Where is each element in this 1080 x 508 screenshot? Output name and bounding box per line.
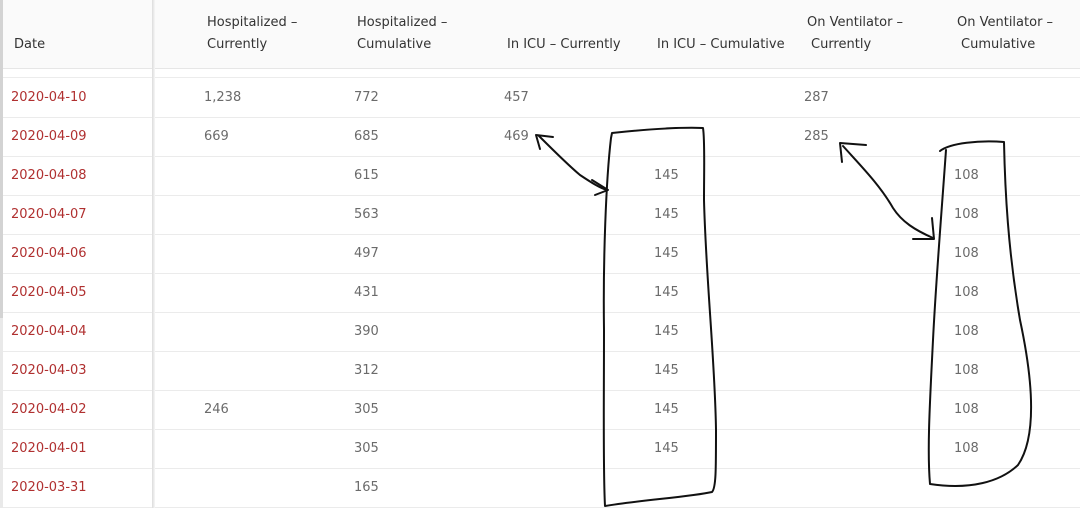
cell-hosp-cumulative: 772	[354, 90, 379, 105]
cell-hosp-cumulative: 431	[354, 285, 379, 300]
table-row: 2020-04-06 497 145 108	[3, 234, 1080, 274]
cell-icu-cumulative: 145	[654, 246, 679, 261]
table-row: 2020-04-04 390 145 108	[3, 312, 1080, 352]
cell-icu-cumulative: 145	[654, 441, 679, 456]
cell-hosp-cumulative: 685	[354, 129, 379, 144]
cell-vent-cumulative: 108	[954, 402, 979, 417]
cell-hosp-cumulative: 305	[354, 402, 379, 417]
cell-vent-cumulative: 108	[954, 168, 979, 183]
column-header-icu-current[interactable]: In ICU – Currently	[507, 34, 621, 56]
header-spacer	[3, 69, 1080, 78]
column-header-vent-current-line2[interactable]: Currently	[811, 34, 871, 56]
table-row: 2020-03-31 165	[3, 468, 1080, 508]
table-row: 2020-04-07 563 145 108	[3, 195, 1080, 235]
column-header-date[interactable]: Date	[14, 34, 45, 56]
cell-hosp-current: 669	[204, 129, 229, 144]
table-row: 2020-04-08 615 145 108	[3, 156, 1080, 196]
cell-icu-cumulative: 145	[654, 324, 679, 339]
cell-vent-cumulative: 108	[954, 246, 979, 261]
cell-icu-cumulative: 145	[654, 168, 679, 183]
column-header-vent-cumulative-line1[interactable]: On Ventilator –	[957, 12, 1053, 34]
table-row: 2020-04-10 1,238 772 457 287	[3, 78, 1080, 118]
date-link[interactable]: 2020-04-02	[11, 390, 87, 429]
column-header-hosp-current-line1[interactable]: Hospitalized –	[207, 12, 297, 34]
cell-vent-cumulative: 108	[954, 441, 979, 456]
column-header-hosp-cumulative-line1[interactable]: Hospitalized –	[357, 12, 447, 34]
cell-icu-cumulative: 145	[654, 402, 679, 417]
date-link[interactable]: 2020-03-31	[11, 468, 87, 507]
cell-icu-cumulative: 145	[654, 363, 679, 378]
cell-vent-cumulative: 108	[954, 363, 979, 378]
frozen-column-divider	[152, 0, 155, 508]
date-link[interactable]: 2020-04-05	[11, 273, 87, 312]
table-row: 2020-04-05 431 145 108	[3, 273, 1080, 313]
table-row: 2020-04-03 312 145 108	[3, 351, 1080, 391]
table-row: 2020-04-01 305 145 108	[3, 429, 1080, 469]
cell-vent-cumulative: 108	[954, 285, 979, 300]
cell-icu-current: 457	[504, 90, 529, 105]
date-link[interactable]: 2020-04-10	[11, 78, 87, 117]
column-header-vent-cumulative-line2[interactable]: Cumulative	[961, 34, 1035, 56]
cell-vent-cumulative: 108	[954, 324, 979, 339]
cell-hosp-cumulative: 390	[354, 324, 379, 339]
date-link[interactable]: 2020-04-01	[11, 429, 87, 468]
date-link[interactable]: 2020-04-04	[11, 312, 87, 351]
cell-hosp-cumulative: 615	[354, 168, 379, 183]
date-link[interactable]: 2020-04-03	[11, 351, 87, 390]
date-link[interactable]: 2020-04-07	[11, 195, 87, 234]
cell-hosp-cumulative: 312	[354, 363, 379, 378]
date-link[interactable]: 2020-04-06	[11, 234, 87, 273]
cell-icu-cumulative: 145	[654, 207, 679, 222]
date-link[interactable]: 2020-04-09	[11, 117, 87, 156]
date-link[interactable]: 2020-04-08	[11, 156, 87, 195]
column-header-hosp-cumulative-line2[interactable]: Cumulative	[357, 34, 431, 56]
cell-icu-current: 469	[504, 129, 529, 144]
table-header: Date Hospitalized – Currently Hospitaliz…	[3, 0, 1080, 69]
cell-hosp-cumulative: 165	[354, 480, 379, 495]
data-table-view: Date Hospitalized – Currently Hospitaliz…	[0, 0, 1080, 508]
cell-hosp-current: 246	[204, 402, 229, 417]
cell-vent-current: 287	[804, 90, 829, 105]
column-header-vent-current-line1[interactable]: On Ventilator –	[807, 12, 903, 34]
cell-vent-cumulative: 108	[954, 207, 979, 222]
cell-hosp-cumulative: 563	[354, 207, 379, 222]
cell-icu-cumulative: 145	[654, 285, 679, 300]
table-row: 2020-04-02 246 305 145 108	[3, 390, 1080, 430]
cell-vent-current: 285	[804, 129, 829, 144]
cell-hosp-cumulative: 305	[354, 441, 379, 456]
column-header-icu-cumulative[interactable]: In ICU – Cumulative	[657, 34, 785, 56]
cell-hosp-cumulative: 497	[354, 246, 379, 261]
table-row: 2020-04-09 669 685 469 285	[3, 117, 1080, 157]
column-header-hosp-current-line2[interactable]: Currently	[207, 34, 267, 56]
cell-hosp-current: 1,238	[204, 90, 242, 105]
